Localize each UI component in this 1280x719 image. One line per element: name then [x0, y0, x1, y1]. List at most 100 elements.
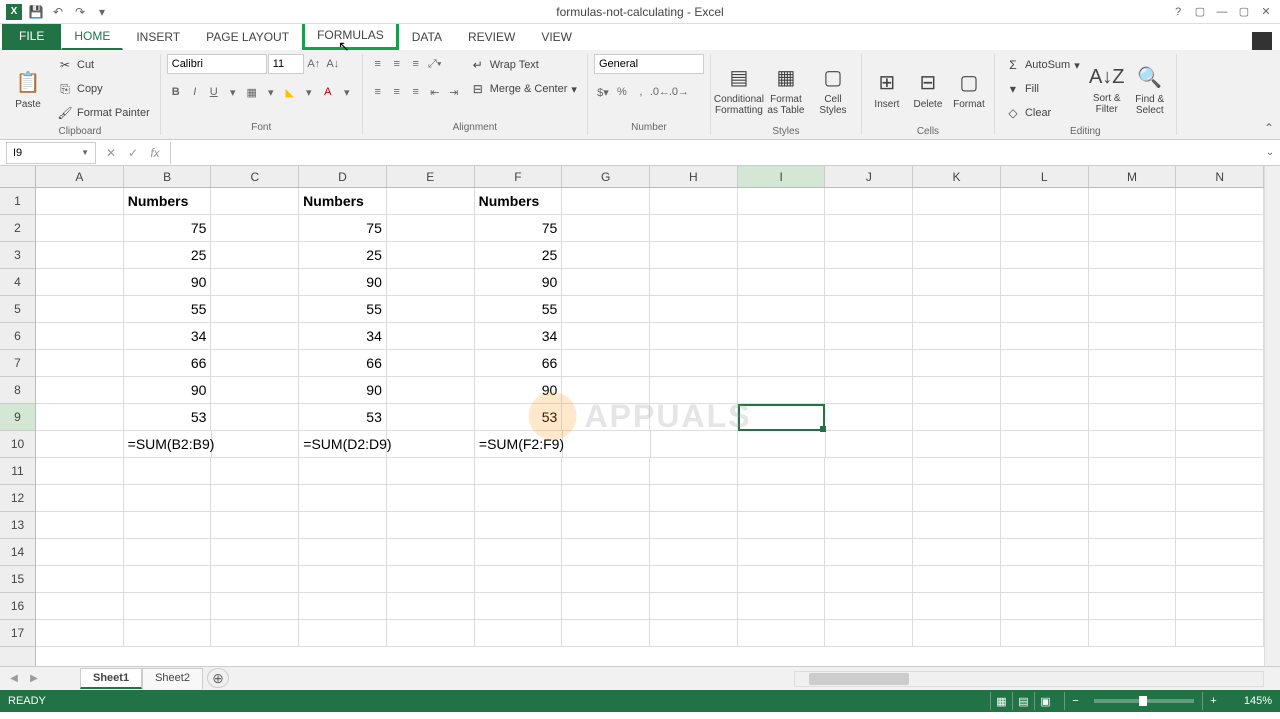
- align-left-icon[interactable]: ≡: [369, 82, 387, 102]
- cell[interactable]: 90: [475, 377, 563, 404]
- copy-button[interactable]: ⎘Copy: [53, 78, 154, 100]
- cell[interactable]: [1001, 566, 1089, 593]
- cell[interactable]: [211, 404, 299, 431]
- cell[interactable]: [1001, 458, 1089, 485]
- cell[interactable]: [1001, 404, 1089, 431]
- cell[interactable]: [1176, 350, 1264, 377]
- cell[interactable]: [825, 242, 913, 269]
- cell[interactable]: [1176, 404, 1264, 431]
- cell[interactable]: [36, 242, 124, 269]
- tab-pagelayout[interactable]: PAGE LAYOUT: [193, 24, 302, 50]
- orientation-button[interactable]: ⤢▾: [426, 54, 444, 74]
- cell[interactable]: [562, 188, 650, 215]
- cell[interactable]: [825, 566, 913, 593]
- cell[interactable]: [650, 485, 738, 512]
- cell[interactable]: [36, 269, 124, 296]
- increase-decimal-icon[interactable]: .0←: [651, 82, 669, 102]
- row-header-9[interactable]: 9: [0, 404, 35, 431]
- cell[interactable]: 66: [475, 350, 563, 377]
- cell[interactable]: [1001, 296, 1089, 323]
- cell[interactable]: [650, 458, 738, 485]
- cell[interactable]: [387, 566, 475, 593]
- cell[interactable]: [299, 539, 387, 566]
- cell[interactable]: [299, 566, 387, 593]
- zoom-slider[interactable]: [1094, 699, 1194, 703]
- cell[interactable]: [913, 485, 1001, 512]
- tab-formulas[interactable]: FORMULAS: [302, 20, 399, 50]
- col-header-G[interactable]: G: [562, 166, 650, 187]
- font-name-select[interactable]: [167, 54, 267, 74]
- number-format-select[interactable]: [594, 54, 704, 74]
- cell[interactable]: [562, 350, 650, 377]
- cell[interactable]: [738, 485, 826, 512]
- cell[interactable]: [36, 377, 124, 404]
- row-header-13[interactable]: 13: [0, 512, 35, 539]
- cell[interactable]: [36, 215, 124, 242]
- cell[interactable]: 55: [475, 296, 563, 323]
- cell[interactable]: [562, 404, 650, 431]
- underline-dropdown[interactable]: ▾: [224, 82, 242, 102]
- cell[interactable]: [738, 566, 826, 593]
- cell[interactable]: =SUM(D2:D9): [299, 431, 387, 458]
- cell[interactable]: [212, 431, 300, 458]
- cell[interactable]: [738, 377, 826, 404]
- cell[interactable]: 53: [299, 404, 387, 431]
- underline-button[interactable]: U: [205, 82, 223, 102]
- tab-data[interactable]: DATA: [399, 24, 455, 50]
- cell[interactable]: [1001, 188, 1089, 215]
- cell[interactable]: 55: [124, 296, 212, 323]
- tab-view[interactable]: VIEW: [528, 24, 585, 50]
- col-header-C[interactable]: C: [211, 166, 299, 187]
- sheet-tab-1[interactable]: Sheet1: [80, 668, 142, 689]
- border-button[interactable]: ▦: [243, 82, 261, 102]
- cell[interactable]: [738, 215, 826, 242]
- col-header-B[interactable]: B: [124, 166, 212, 187]
- cell[interactable]: [738, 458, 826, 485]
- row-header-16[interactable]: 16: [0, 593, 35, 620]
- cell[interactable]: [825, 350, 913, 377]
- cell[interactable]: [651, 431, 739, 458]
- cell[interactable]: [387, 404, 475, 431]
- cell[interactable]: [36, 458, 124, 485]
- col-header-L[interactable]: L: [1001, 166, 1089, 187]
- row-header-15[interactable]: 15: [0, 566, 35, 593]
- tab-insert[interactable]: INSERT: [123, 24, 193, 50]
- cell[interactable]: 34: [299, 323, 387, 350]
- cell[interactable]: [211, 512, 299, 539]
- formula-input[interactable]: [170, 142, 1260, 164]
- cell[interactable]: [1176, 269, 1264, 296]
- cell[interactable]: [825, 404, 913, 431]
- cell[interactable]: [124, 593, 212, 620]
- cell[interactable]: [562, 593, 650, 620]
- cell[interactable]: [650, 269, 738, 296]
- cell[interactable]: [1001, 485, 1089, 512]
- cell[interactable]: [650, 377, 738, 404]
- cell[interactable]: 75: [475, 215, 563, 242]
- increase-font-icon[interactable]: A↑: [305, 54, 323, 74]
- horizontal-scrollbar[interactable]: [794, 671, 1264, 687]
- col-header-N[interactable]: N: [1176, 166, 1264, 187]
- tab-review[interactable]: REVIEW: [455, 24, 528, 50]
- ribbon-options-icon[interactable]: ▢: [1190, 3, 1210, 21]
- cell[interactable]: [1176, 215, 1264, 242]
- cell[interactable]: [562, 323, 650, 350]
- col-header-H[interactable]: H: [650, 166, 738, 187]
- cell[interactable]: [1176, 377, 1264, 404]
- fill-color-dropdown[interactable]: ▾: [300, 82, 318, 102]
- cell[interactable]: [562, 485, 650, 512]
- name-box-dropdown-icon[interactable]: ▼: [81, 148, 89, 157]
- cell[interactable]: [1176, 323, 1264, 350]
- col-header-D[interactable]: D: [299, 166, 387, 187]
- minimize-icon[interactable]: —: [1212, 3, 1232, 21]
- find-select-button[interactable]: 🔍Find & Select: [1130, 54, 1170, 126]
- cell[interactable]: [1176, 458, 1264, 485]
- cell-styles-button[interactable]: ▢Cell Styles: [811, 54, 855, 126]
- cell[interactable]: [36, 485, 124, 512]
- cell[interactable]: [36, 431, 124, 458]
- cell[interactable]: [913, 350, 1001, 377]
- cell[interactable]: [299, 512, 387, 539]
- cell[interactable]: [211, 593, 299, 620]
- cell[interactable]: [562, 215, 650, 242]
- cell[interactable]: [299, 620, 387, 647]
- wrap-text-button[interactable]: ↵Wrap Text: [466, 54, 581, 76]
